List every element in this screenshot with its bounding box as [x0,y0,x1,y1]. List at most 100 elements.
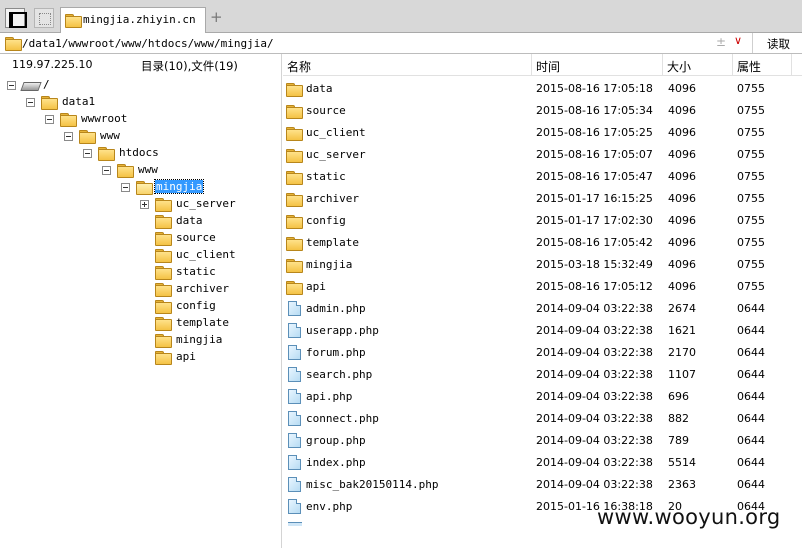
list-header: 名称 时间 大小 属性 [283,54,802,76]
tree-node-data1[interactable]: data1 [0,94,140,111]
collapse-icon[interactable] [26,98,35,107]
folder-icon [286,149,303,163]
file-name: index.php [306,456,366,469]
php-file-icon [288,455,301,470]
list-row[interactable]: api 2015-08-16 17:05:12 4096 0755 [283,276,802,298]
file-size: 4096 [668,258,696,271]
add-tab-button[interactable]: + [210,8,223,26]
file-size: 789 [668,434,689,447]
tree-node-htdocs[interactable]: htdocs [0,145,180,162]
file-time: 2014-09-04 03:22:38 [536,368,653,381]
folder-icon [286,83,303,97]
list-row[interactable]: archiver 2015-01-17 16:15:25 4096 0755 [283,188,802,210]
column-header-time[interactable]: 时间 [532,54,663,76]
list-row[interactable]: admin.php 2014-09-04 03:22:38 2674 0644 [283,298,802,320]
tree-node-wwwroot[interactable]: wwwroot [0,111,160,128]
collapse-icon[interactable] [64,132,73,141]
tab-mingjia[interactable]: mingjia.zhiyin.cn [60,7,206,33]
tree-node-archiver[interactable]: archiver [0,281,240,298]
column-header-name[interactable]: 名称 [283,54,532,76]
file-name: uc_server [306,148,366,161]
file-time: 2014-09-04 03:22:38 [536,346,653,359]
file-perm: 0644 [737,324,765,337]
tree-node-mingjia-sub[interactable]: mingjia [0,332,240,349]
file-size: 882 [668,412,689,425]
collapse-icon[interactable] [121,183,130,192]
column-header-perm[interactable]: 属性 [733,54,792,76]
panel-toggle-button[interactable] [5,8,27,28]
file-name: api.php [306,390,353,403]
column-header-size[interactable]: 大小 [663,54,733,76]
watermark: www.wooyun.org [597,505,781,529]
file-size: 4096 [668,280,696,293]
expand-icon[interactable] [140,200,149,209]
file-time: 2015-08-16 17:05:34 [536,104,653,117]
file-size: 4096 [668,82,696,95]
tree-node-template[interactable]: template [0,315,240,332]
tree-node-label: htdocs [119,146,159,159]
file-perm: 0755 [737,170,765,183]
file-time: 2014-09-04 03:22:38 [536,302,653,315]
file-perm: 0644 [737,368,765,381]
tree-node-label: www [138,163,158,176]
list-row[interactable]: userapp.php 2014-09-04 03:22:38 1621 064… [283,320,802,342]
list-row[interactable]: template 2015-08-16 17:05:42 4096 0755 [283,232,802,254]
tree-node-api[interactable]: api [0,349,240,366]
list-row[interactable]: mingjia 2015-03-18 15:32:49 4096 0755 [283,254,802,276]
file-size: 1621 [668,324,696,337]
file-size: 4096 [668,214,696,227]
file-time: 2015-08-16 17:05:07 [536,148,653,161]
tree-node-uc-server[interactable]: uc_server [0,196,240,213]
list-row[interactable]: uc_server 2015-08-16 17:05:07 4096 0755 [283,144,802,166]
file-name: api [306,280,326,293]
tree-node-data[interactable]: data [0,213,240,230]
path-input[interactable] [22,36,702,51]
folder-icon [65,14,82,28]
list-row[interactable]: data 2015-08-16 17:05:18 4096 0755 [283,78,802,100]
file-time: 2015-08-16 17:05:42 [536,236,653,249]
list-row[interactable]: api.php 2014-09-04 03:22:38 696 0644 [283,386,802,408]
file-name: data [306,82,333,95]
collapse-icon[interactable] [83,149,92,158]
list-row[interactable]: config 2015-01-17 17:02:30 4096 0755 [283,210,802,232]
tree-node-label: wwwroot [81,112,128,125]
collapse-icon[interactable] [102,166,111,175]
file-name: env.php [306,500,353,513]
file-list-panel: 名称 时间 大小 属性 data 2015-08-16 17:05:18 409… [283,54,802,548]
folder-icon [286,237,303,251]
chevron-down-icon[interactable]: ∨ [734,34,742,47]
tree-node-uc-client[interactable]: uc_client [0,247,240,264]
list-row[interactable]: uc_client 2015-08-16 17:05:25 4096 0755 [283,122,802,144]
collapse-icon[interactable] [45,115,54,124]
new-window-button[interactable] [34,8,54,28]
list-row[interactable]: index.php 2014-09-04 03:22:38 5514 0644 [283,452,802,474]
folder-icon [155,300,172,314]
file-name: misc_bak20150114.php [306,478,439,491]
list-row[interactable]: group.php 2014-09-04 03:22:38 789 0644 [283,430,802,452]
tree-node-root[interactable]: / [0,77,120,94]
collapse-icon[interactable] [7,81,16,90]
list-row[interactable]: connect.php 2014-09-04 03:22:38 882 0644 [283,408,802,430]
file-size: 1107 [668,368,696,381]
tree-node-static[interactable]: static [0,264,240,281]
tree-node-label: data [176,214,203,227]
read-button[interactable]: 读取 [752,33,802,53]
php-file-icon [288,389,301,404]
tree-node-label: uc_server [176,197,236,210]
file-time: 2015-03-18 15:32:49 [536,258,653,271]
tree-node-mingjia-selected[interactable]: mingjia [0,179,210,196]
list-row[interactable]: forum.php 2014-09-04 03:22:38 2170 0644 [283,342,802,364]
list-row[interactable]: search.php 2014-09-04 03:22:38 1107 0644 [283,364,802,386]
file-time: 2015-08-16 17:05:47 [536,170,653,183]
tree-node-source[interactable]: source [0,230,240,247]
sort-icon[interactable]: ± [716,35,726,49]
file-perm: 0755 [737,126,765,139]
php-file-icon [288,477,301,492]
list-row[interactable]: source 2015-08-16 17:05:34 4096 0755 [283,100,802,122]
list-row[interactable]: static 2015-08-16 17:05:47 4096 0755 [283,166,802,188]
tree-node-www-2[interactable]: www [0,162,180,179]
tree-node-config[interactable]: config [0,298,240,315]
list-row[interactable]: misc_bak20150114.php 2014-09-04 03:22:38… [283,474,802,496]
folder-icon [117,164,134,178]
tree-node-www[interactable]: www [0,128,160,145]
